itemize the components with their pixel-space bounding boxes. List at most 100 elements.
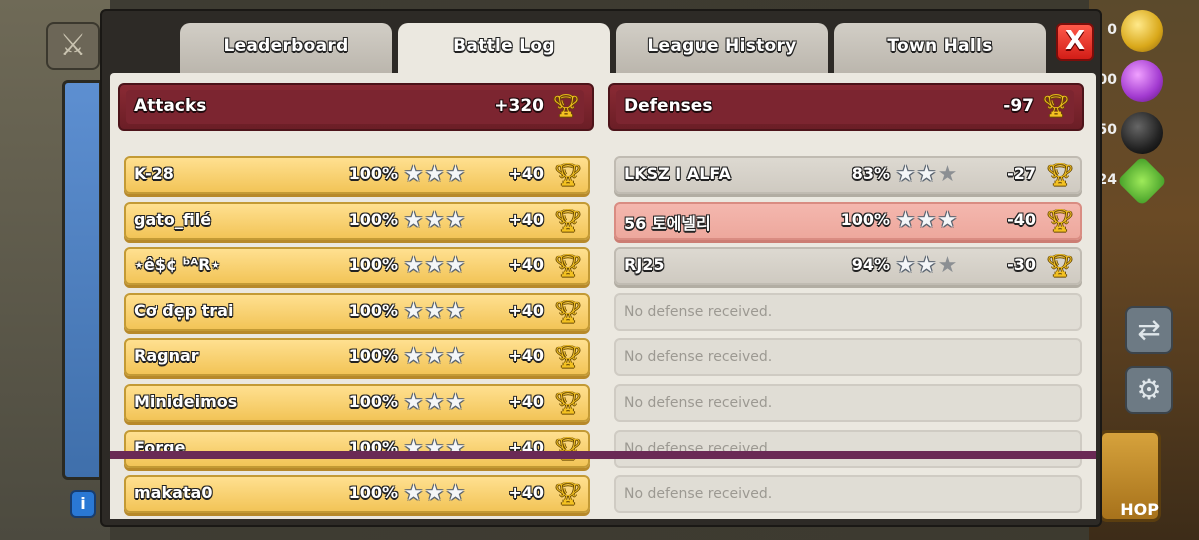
trophy-change: -40: [1007, 209, 1036, 229]
empty-defense-text: No defense received.: [624, 486, 773, 503]
star-icon: ★: [403, 390, 424, 415]
trophy-change: -30: [1007, 255, 1036, 275]
star-icon: ★: [895, 253, 916, 279]
trophy-icon: 🏆︎: [1046, 163, 1074, 188]
star-icon: ★: [445, 390, 466, 415]
empty-defense-row: No defense received.: [614, 475, 1082, 514]
star-icon: ★: [916, 162, 937, 187]
star-icon: ★: [937, 207, 958, 233]
star-rating: ★★★: [895, 252, 958, 280]
star-icon: ★: [424, 162, 445, 187]
star-icon: ★: [445, 481, 466, 507]
destruction-percent: 100%: [348, 300, 398, 320]
star-rating: ★★★: [403, 298, 466, 326]
destruction-percent: 100%: [348, 392, 398, 411]
star-icon: ★: [424, 390, 445, 415]
destruction-percent: 100%: [348, 164, 398, 183]
destruction-percent: 100%: [348, 255, 398, 275]
defenses-header: Defenses -97 🏆︎: [608, 83, 1084, 131]
destruction-percent: 100%: [348, 209, 398, 229]
player-name: Ragnar: [134, 346, 199, 366]
move-icon[interactable]: ⇄: [1125, 306, 1173, 354]
tab-league-history[interactable]: League History: [616, 23, 828, 73]
destruction-percent: 100%: [840, 209, 890, 229]
star-rating: ★★★: [403, 480, 466, 508]
trophy-change: +40: [508, 255, 544, 275]
trophy-icon: 🏆︎: [554, 482, 582, 508]
settings-gear-icon[interactable]: ⚙: [1125, 366, 1173, 414]
star-icon: ★: [937, 253, 958, 279]
destruction-percent: 100%: [348, 346, 398, 366]
player-name: LKSZ I ALFA: [624, 164, 731, 183]
tab-town-halls[interactable]: Town Halls: [834, 23, 1046, 73]
star-icon: ★: [403, 253, 424, 279]
star-icon: ★: [445, 253, 466, 279]
tab-leaderboard[interactable]: Leaderboard: [180, 23, 392, 73]
tab-battle-log[interactable]: Battle Log: [398, 23, 610, 79]
star-icon: ★: [424, 481, 445, 507]
trophy-icon: 🏆︎: [1042, 94, 1070, 119]
battle-row[interactable]: Ragnar 100% ★★★ +40 🏆︎: [124, 338, 590, 377]
empty-defense-text: No defense received.: [624, 349, 773, 366]
star-rating: ★★★: [403, 207, 466, 235]
attacks-title: Attacks: [134, 96, 207, 116]
battle-row[interactable]: Cơ đẹp trai 100% ★★★ +40 🏆︎: [124, 292, 590, 331]
empty-defense-row: No defense received.: [614, 338, 1082, 377]
attacks-header: Attacks +320 🏆︎: [118, 83, 594, 131]
battle-log-dialog: Leaderboard Battle Log League History To…: [100, 9, 1102, 527]
close-button[interactable]: X: [1056, 23, 1094, 61]
star-icon: ★: [403, 481, 424, 507]
destruction-percent: 83%: [851, 164, 890, 183]
star-icon: ★: [937, 162, 958, 187]
battle-row[interactable]: Forge 100% ★★★ +40 🏆︎: [124, 429, 590, 468]
destruction-percent: 94%: [851, 255, 890, 275]
dialog-bottom-bar: [110, 451, 1096, 459]
battle-row[interactable]: LKSZ I ALFA 83% ★★★ -27 🏆︎: [614, 156, 1082, 194]
battle-row[interactable]: makata0 100% ★★★ +40 🏆︎: [124, 475, 590, 514]
star-icon: ★: [895, 207, 916, 233]
info-button[interactable]: i: [70, 490, 96, 518]
trophy-icon: 🏆︎: [1046, 254, 1074, 280]
empty-defense-row: No defense received.: [614, 384, 1082, 422]
star-icon: ★: [445, 298, 466, 324]
battle-row[interactable]: ⋆ê$¢ ᵇᴬR⋆ 100% ★★★ +40 🏆︎: [124, 247, 590, 286]
trophy-icon: 🏆︎: [552, 94, 580, 119]
star-icon: ★: [403, 162, 424, 187]
battle-row[interactable]: gato_filé 100% ★★★ +40 🏆︎: [124, 201, 590, 240]
dark-elixir-icon: [1121, 112, 1163, 154]
empty-defense-text: No defense received.: [624, 303, 773, 320]
player-name: RJ25: [624, 255, 665, 275]
star-rating: ★★★: [403, 343, 466, 371]
crossed-swords-icon[interactable]: ⚔: [46, 22, 100, 70]
trophy-change: +40: [508, 300, 544, 320]
star-icon: ★: [916, 207, 937, 233]
empty-defense-text: No defense received.: [624, 395, 773, 411]
trophy-icon: 🏆︎: [554, 299, 582, 325]
player-name: 56 토에넬리: [624, 213, 711, 233]
defenses-title: Defenses: [624, 96, 713, 116]
empty-defense-row: No defense received.: [614, 429, 1082, 468]
background-card: [62, 80, 102, 480]
defenses-header-inner: Defenses -97 🏆︎: [616, 90, 1074, 124]
star-rating: ★★★: [403, 389, 466, 417]
star-icon: ★: [424, 298, 445, 324]
trophy-change: +40: [508, 483, 544, 503]
star-rating: ★★★: [895, 161, 958, 189]
battle-row[interactable]: Minideimos 100% ★★★ +40 🏆︎: [124, 384, 590, 422]
player-name: K-28: [134, 164, 174, 183]
star-rating: ★★★: [895, 207, 958, 235]
star-rating: ★★★: [403, 161, 466, 189]
battle-row[interactable]: RJ25 94% ★★★ -30 🏆︎: [614, 247, 1082, 286]
star-icon: ★: [445, 344, 466, 370]
player-name: makata0: [134, 483, 213, 503]
battle-row[interactable]: 56 토에넬리 100% ★★★ -40 🏆︎: [614, 201, 1082, 240]
trophy-icon: 🏆︎: [554, 391, 582, 416]
trophy-change: +40: [508, 164, 544, 183]
battle-row[interactable]: K-28 100% ★★★ +40 🏆︎: [124, 156, 590, 194]
trophy-change: -27: [1007, 164, 1036, 183]
elixir-icon: [1121, 60, 1163, 102]
star-icon: ★: [424, 344, 445, 370]
star-rating: ★★★: [403, 252, 466, 280]
trophy-icon: 🏆︎: [1046, 208, 1074, 234]
star-icon: ★: [916, 253, 937, 279]
